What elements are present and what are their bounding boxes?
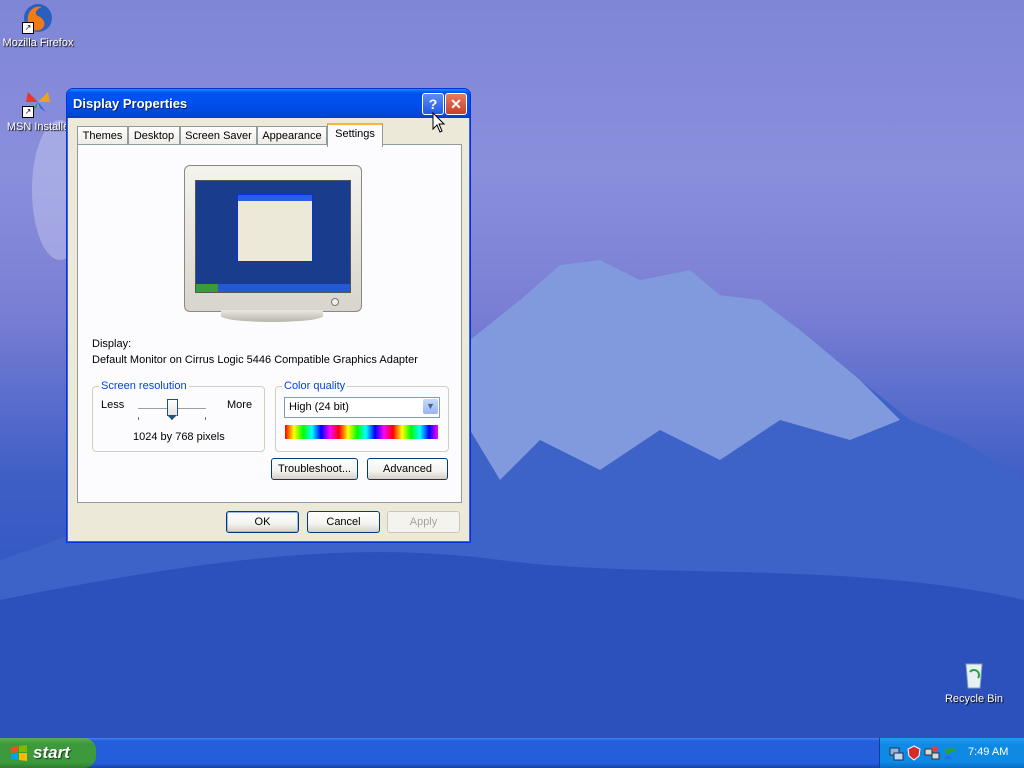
recycle-bin-icon bbox=[958, 658, 990, 690]
resolution-value: 1024 by 768 pixels bbox=[133, 431, 225, 443]
cancel-button[interactable]: Cancel bbox=[307, 511, 380, 533]
preview-window bbox=[237, 194, 313, 262]
monitor-screen bbox=[195, 180, 351, 293]
tab-appearance[interactable]: Appearance bbox=[257, 126, 327, 145]
troubleshoot-button[interactable]: Troubleshoot... bbox=[271, 458, 358, 480]
power-button-icon bbox=[331, 298, 339, 306]
less-label: Less bbox=[101, 399, 125, 411]
tab-themes[interactable]: Themes bbox=[77, 126, 128, 145]
slider-tick bbox=[205, 417, 206, 420]
network-icon[interactable] bbox=[888, 745, 904, 761]
color-quality-value: High (24 bit) bbox=[289, 401, 349, 413]
msn-messenger-icon[interactable] bbox=[942, 745, 958, 761]
start-button[interactable]: start bbox=[0, 738, 96, 768]
color-quality-group: Color quality High (24 bit) ▼ bbox=[275, 380, 449, 452]
color-quality-title: Color quality bbox=[282, 380, 348, 392]
screen-resolution-title: Screen resolution bbox=[99, 380, 189, 392]
window-client-area: Themes Desktop Screen Saver Appearance S… bbox=[71, 118, 466, 538]
security-shield-icon[interactable] bbox=[906, 745, 922, 761]
close-button[interactable]: ✕ bbox=[445, 93, 467, 115]
color-quality-select[interactable]: High (24 bit) ▼ bbox=[284, 397, 440, 418]
apply-button[interactable]: Apply bbox=[387, 511, 460, 533]
taskbar: start 7:49 AM bbox=[0, 738, 1024, 768]
connection-icon[interactable] bbox=[924, 745, 940, 761]
screen-resolution-group: Screen resolution Less More 1024 by 768 … bbox=[92, 380, 265, 452]
settings-panel: Display: Default Monitor on Cirrus Logic… bbox=[77, 144, 462, 503]
preview-start-button bbox=[196, 284, 218, 292]
chevron-down-icon[interactable]: ▼ bbox=[423, 399, 438, 414]
shortcut-arrow-icon: ↗ bbox=[22, 22, 34, 34]
preview-taskbar bbox=[196, 284, 350, 292]
windows-logo-icon bbox=[11, 745, 27, 761]
resolution-slider-thumb[interactable] bbox=[167, 399, 178, 420]
window-title: Display Properties bbox=[73, 96, 188, 111]
firefox-icon: ↗ bbox=[22, 2, 54, 34]
msn-butterfly-icon: ↗ bbox=[22, 86, 54, 118]
clock: 7:49 AM bbox=[968, 746, 1009, 758]
color-spectrum-bar bbox=[285, 425, 438, 439]
more-label: More bbox=[227, 399, 253, 411]
desktop-icon-recycle-bin[interactable]: Recycle Bin bbox=[934, 658, 1014, 705]
monitor-preview bbox=[184, 165, 362, 312]
start-label: start bbox=[33, 743, 70, 762]
advanced-button[interactable]: Advanced bbox=[367, 458, 448, 480]
shortcut-arrow-icon: ↗ bbox=[22, 106, 34, 118]
slider-tick bbox=[138, 417, 139, 420]
system-tray: 7:49 AM bbox=[879, 738, 1024, 768]
tab-desktop[interactable]: Desktop bbox=[128, 126, 180, 145]
display-adapter-value: Default Monitor on Cirrus Logic 5446 Com… bbox=[92, 354, 418, 366]
tab-screen-saver[interactable]: Screen Saver bbox=[180, 126, 257, 145]
display-label: Display: bbox=[92, 338, 132, 350]
display-properties-window: Display Properties ? ✕ Themes Desktop Sc… bbox=[66, 88, 471, 543]
desktop-icon-firefox[interactable]: ↗ Mozilla Firefox bbox=[0, 2, 78, 49]
title-bar[interactable]: Display Properties ? ✕ bbox=[67, 89, 470, 118]
monitor-stand bbox=[221, 310, 323, 322]
ok-button[interactable]: OK bbox=[226, 511, 299, 533]
tab-settings[interactable]: Settings bbox=[327, 123, 383, 147]
mouse-cursor-icon bbox=[432, 112, 446, 133]
